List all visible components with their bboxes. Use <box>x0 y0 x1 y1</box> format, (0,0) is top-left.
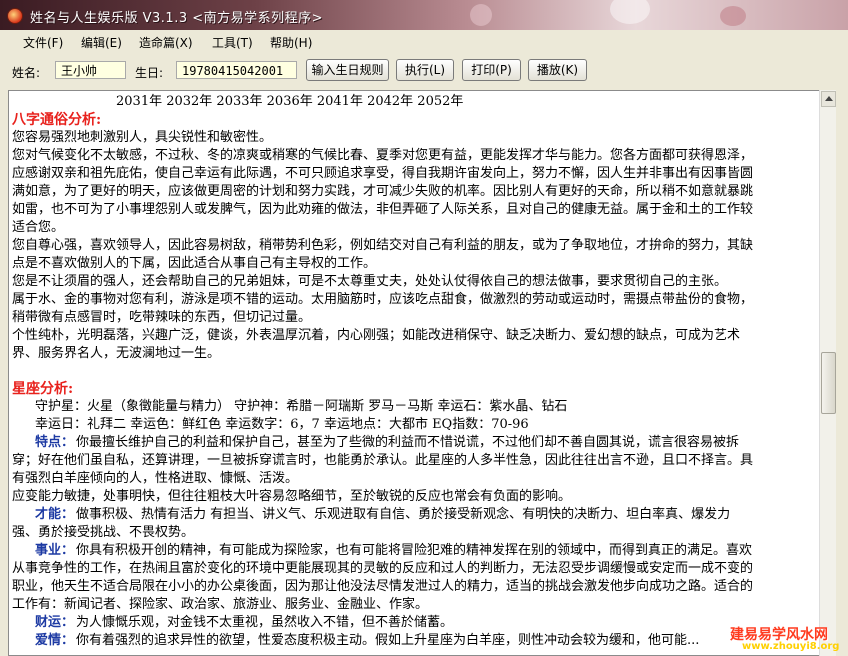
star-analysis-title: 星座分析: <box>12 381 74 397</box>
birthday-rule-button[interactable]: 输入生日规则 <box>306 59 389 81</box>
title-bar[interactable]: 姓名与人生娱乐版 V3.1.3 <南方易学系列程序> <box>0 0 848 30</box>
arrow-up-icon <box>824 96 833 101</box>
folk-text-line: 您是不让须眉的强人，还会帮助自己的兄弟姐妹，可是不太尊重丈夫，处处认仗得依自己的… <box>12 274 728 289</box>
run-button[interactable]: 执行(L) <box>396 59 454 81</box>
career-section-line: 你具有积极开创的精神，有可能成为探险家，也有可能将冒险犯难的精神发挥在别的领域中… <box>76 543 753 558</box>
years-line: 2031年 2032年 2033年 2036年 2041年 2042年 2052… <box>116 94 464 109</box>
wealth-section-label: 财运： <box>35 615 75 630</box>
menu-tools[interactable]: 工具(T) <box>212 34 253 51</box>
folk-text-line: 适合您。 <box>12 220 65 235</box>
folk-text-line: 您对气候变化不太敏感，不过秋、冬的凉爽或稍寒的气候比春、夏季对您更有益，更能发挥… <box>12 148 754 163</box>
menu-help[interactable]: 帮助(H) <box>270 34 312 51</box>
window-title: 姓名与人生娱乐版 V3.1.3 <南方易学系列程序> <box>30 11 324 26</box>
vertical-scrollbar[interactable] <box>819 90 836 656</box>
menu-edit[interactable]: 编辑(E) <box>81 34 122 51</box>
trait-section-line: 有强烈白羊座倾向的人，性格进取、慷慨、活泼。 <box>12 471 299 486</box>
trait-section-line: 你最擅长维护自己的利益和保护自己，甚至为了些微的利益而不惜说谎，不过他们却不善自… <box>76 435 740 450</box>
star-info-line: 幸运日：礼拜二 幸运色：鲜红色 幸运数字：6，7 幸运地点：大都市 EQ指数：7… <box>35 417 529 432</box>
folk-text-line: 点是不喜欢做别人的下属，因此适合从事自己有主导权的工作。 <box>12 256 377 271</box>
career-section-line: 从事竞争性的工作，在热闹且富於变化的环境中更能展现其的灵敏的反应和过人的判断力，… <box>12 561 754 576</box>
star-info-line: 守护星：火星（象徵能量与精力） 守护神：希腊－阿瑞斯 罗马－马斯 幸运石：紫水晶… <box>35 399 568 414</box>
folk-text-line: 属于水、金的事物对您有利，游泳是项不错的运动。太用脑筋时，应该吃点甜食，做激烈的… <box>12 292 754 307</box>
folk-text-line: 您容易强烈地刺激别人，具尖锐性和敏密性。 <box>12 130 273 145</box>
decor-blossom <box>470 4 492 26</box>
app-window: 姓名与人生娱乐版 V3.1.3 <南方易学系列程序> 文件(F) 编辑(E) 造… <box>0 0 848 656</box>
folk-text-line: 应感谢双亲和祖先庇佑，使自己幸运有此际遇，不可只顾追求享受，得自我期许宙发向上，… <box>12 166 754 181</box>
love-section-label: 爱情： <box>35 633 75 648</box>
window-edge <box>836 90 848 656</box>
input-toolbar: 姓名: 王小帅 生日: 19780415042001 输入生日规则 执行(L) … <box>0 54 848 88</box>
folk-text-line: 如雷，也不可为了小事埋怨别人或发脾气，因为此劝雍的做法，非但弄砸了人际关系，且对… <box>12 202 754 217</box>
trait-section-line: 应变能力敏捷，处事明快，但往往粗枝大叶容易忽略细节，至於敏锐的反应也常会有负面的… <box>12 489 572 504</box>
career-section-line: 职业，他天生不适合局限在小小的办公桌後面，因为那让他没法尽情发泄过人的精力，适当… <box>12 579 754 594</box>
love-section-line: 你有着强烈的追求异性的欲望，性爱态度积极主动。假如上升星座为白羊座，则性冲动会较… <box>76 633 700 648</box>
decor-blossom <box>610 0 650 24</box>
trait-section-label: 特点： <box>35 435 75 450</box>
folk-text-line: 满如意，为了更好的明天，应该做更周密的计划和努力实践，才可减少失败的机率。因比别… <box>12 184 754 199</box>
menu-bar: 文件(F) 编辑(E) 造命篇(X) 工具(T) 帮助(H) <box>0 30 848 52</box>
career-section-line: 工作有：新闻记者、探险家、政治家、旅游业、服务业、金融业、作家。 <box>12 597 429 612</box>
print-button[interactable]: 打印(P) <box>462 59 521 81</box>
folk-text-line: 界、服务界名人，无波澜地过一生。 <box>12 346 221 361</box>
folk-analysis-title: 八字通俗分析: <box>12 112 102 128</box>
folk-text-line: 个性纯朴，光明磊落，兴趣广泛，健谈，外表温厚沉着，内心刚强；如能改进稍保守、缺乏… <box>12 328 741 343</box>
wealth-section-line: 为人慷慨乐观，对金钱不太重视，虽然收入不错，但不善於储蓄。 <box>76 615 454 630</box>
name-input[interactable]: 王小帅 <box>55 61 126 79</box>
scroll-thumb[interactable] <box>821 352 836 414</box>
app-icon <box>7 8 23 24</box>
play-button[interactable]: 播放(K) <box>528 59 587 81</box>
talent-section-line: 强、勇於接受挑战、不畏权势。 <box>12 525 195 540</box>
decor-blossom <box>720 6 746 26</box>
name-label: 姓名: <box>12 66 41 80</box>
watermark-url: www.zhouyi8.org <box>742 641 840 652</box>
scroll-up-button[interactable] <box>821 91 836 107</box>
folk-text-line: 稍带微有点感冒时，吃带辣味的东西，但切记过量。 <box>12 310 312 325</box>
talent-section-label: 才能： <box>35 507 75 522</box>
trait-section-line: 穿；好在他们虽自私，还算讲理，一旦被拆穿谎言时，也能勇於承认。此星座的人多半性急… <box>12 453 754 468</box>
menu-fate[interactable]: 造命篇(X) <box>139 34 193 51</box>
menu-file[interactable]: 文件(F) <box>23 34 63 51</box>
career-section-label: 事业： <box>35 543 75 558</box>
birthday-label: 生日: <box>135 66 164 80</box>
talent-section-line: 做事积极、热情有活力 有担当、讲义气、乐观进取有自信、勇於接受新观念、有明快的决… <box>76 507 731 522</box>
analysis-text-area[interactable]: 2031年 2032年 2033年 2036年 2041年 2042年 2052… <box>8 90 819 656</box>
birthday-input[interactable]: 19780415042001 <box>176 61 297 79</box>
folk-text-line: 您自尊心强，喜欢领导人，因此容易树敌，稍带势利色彩，例如结交对自己有利益的朋友，… <box>12 238 754 253</box>
